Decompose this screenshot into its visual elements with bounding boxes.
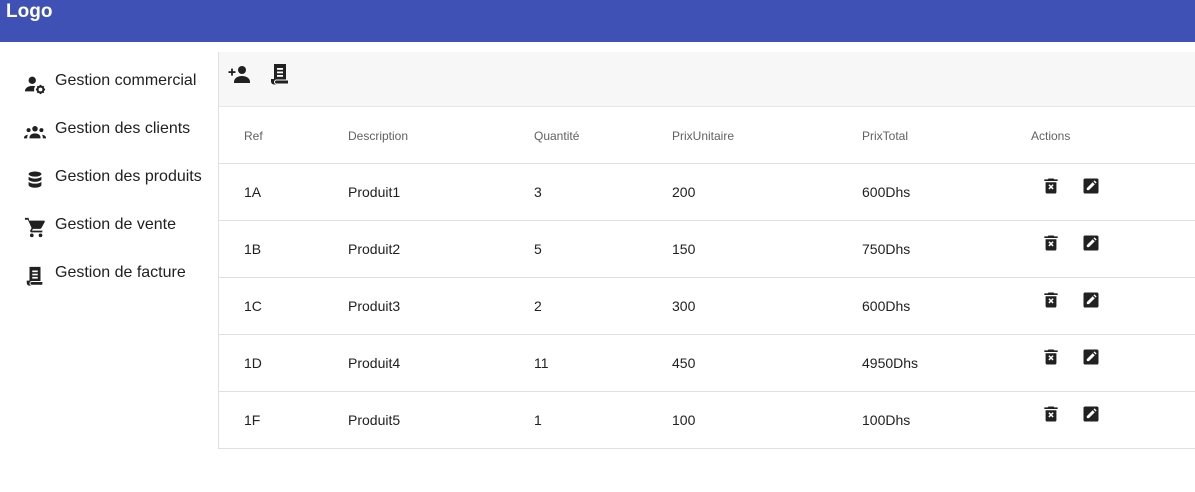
invoice-icon [24,265,46,287]
sidebar-item-label: Gestion des clients [55,120,191,137]
cell-quantite: 5 [534,241,542,257]
cell-quantite: 1 [534,412,542,428]
cell-quantite: 11 [534,355,549,371]
cell-prix-total: 100Dhs [862,412,911,428]
column-header-description[interactable]: Description [348,108,408,164]
edit-icon [1081,176,1101,196]
cell-prix-total: 600Dhs [862,298,911,314]
cell-description: Produit2 [348,241,401,257]
sidebar-item-label: Gestion de facture [55,264,186,281]
cell-description: Produit5 [348,412,401,428]
cart-icon [24,217,46,239]
table-header: Ref Description Quantité PrixUnitaire Pr… [219,108,1195,164]
edit-icon [1081,290,1101,310]
cell-description: Produit4 [348,355,401,371]
delete-icon [1041,404,1061,424]
edit-button[interactable] [1081,233,1101,253]
cell-prix-unitaire: 300 [672,298,696,314]
cell-ref: 1F [244,412,261,428]
cell-prix-total: 750Dhs [862,241,911,257]
table-row: 1C Produit3 2 300 600Dhs [219,278,1195,335]
toolbar [219,52,1195,107]
table-row: 1F Produit5 1 100 100Dhs [219,392,1195,449]
cell-ref: 1C [244,298,262,314]
cell-prix-total: 4950Dhs [862,355,919,371]
cell-quantite: 2 [534,298,542,314]
delete-button[interactable] [1041,233,1061,253]
cell-prix-unitaire: 450 [672,355,696,371]
cell-ref: 1D [244,355,262,371]
add-person-icon [228,62,252,86]
people-icon [24,121,46,143]
delete-button[interactable] [1041,404,1061,424]
column-header-prix-total[interactable]: PrixTotal [862,108,908,164]
cell-description: Produit1 [348,184,401,200]
cell-prix-unitaire: 100 [672,412,696,428]
invoice-icon [268,62,292,86]
add-person-button[interactable] [228,62,252,86]
sidebar-item-gestion-des-produits[interactable]: Gestion des produits [0,155,218,203]
table-row: 1A Produit1 3 200 600Dhs [219,164,1195,221]
delete-icon [1041,176,1061,196]
delete-button[interactable] [1041,347,1061,367]
cell-prix-unitaire: 150 [672,241,696,257]
cell-quantite: 3 [534,184,542,200]
database-icon [24,169,46,191]
edit-button[interactable] [1081,347,1101,367]
delete-icon [1041,290,1061,310]
column-header-prix-unitaire[interactable]: PrixUnitaire [672,108,734,164]
edit-icon [1081,347,1101,367]
cell-description: Produit3 [348,298,401,314]
app-logo[interactable]: Logo [6,0,52,24]
sidebar-item-label: Gestion des produits [55,168,202,185]
cell-ref: 1A [244,184,262,200]
sidebar: Gestion commercial Gestion des clients G… [0,52,218,492]
table-row: 1D Produit4 11 450 4950Dhs [219,335,1195,392]
edit-button[interactable] [1081,176,1101,196]
column-header-ref[interactable]: Ref [244,108,263,164]
delete-button[interactable] [1041,176,1061,196]
sidebar-item-gestion-commercial[interactable]: Gestion commercial [0,59,218,107]
manage-accounts-icon [24,73,46,95]
sidebar-item-label: Gestion commercial [55,72,197,89]
edit-icon [1081,404,1101,424]
edit-button[interactable] [1081,404,1101,424]
delete-button[interactable] [1041,290,1061,310]
column-header-quantite[interactable]: Quantité [534,108,579,164]
sidebar-item-label: Gestion de vente [55,216,176,233]
delete-icon [1041,233,1061,253]
edit-button[interactable] [1081,290,1101,310]
sidebar-item-gestion-des-clients[interactable]: Gestion des clients [0,107,218,155]
cell-ref: 1B [244,241,262,257]
invoice-button[interactable] [268,62,292,86]
cell-prix-unitaire: 200 [672,184,696,200]
delete-icon [1041,347,1061,367]
edit-icon [1081,233,1101,253]
main-content: Ref Description Quantité PrixUnitaire Pr… [218,52,1195,449]
table-row: 1B Produit2 5 150 750Dhs [219,221,1195,278]
cell-prix-total: 600Dhs [862,184,911,200]
sidebar-item-gestion-de-vente[interactable]: Gestion de vente [0,203,218,251]
sidebar-item-gestion-de-facture[interactable]: Gestion de facture [0,251,218,299]
top-app-bar: Logo [0,0,1195,42]
column-header-actions: Actions [1031,129,1071,143]
